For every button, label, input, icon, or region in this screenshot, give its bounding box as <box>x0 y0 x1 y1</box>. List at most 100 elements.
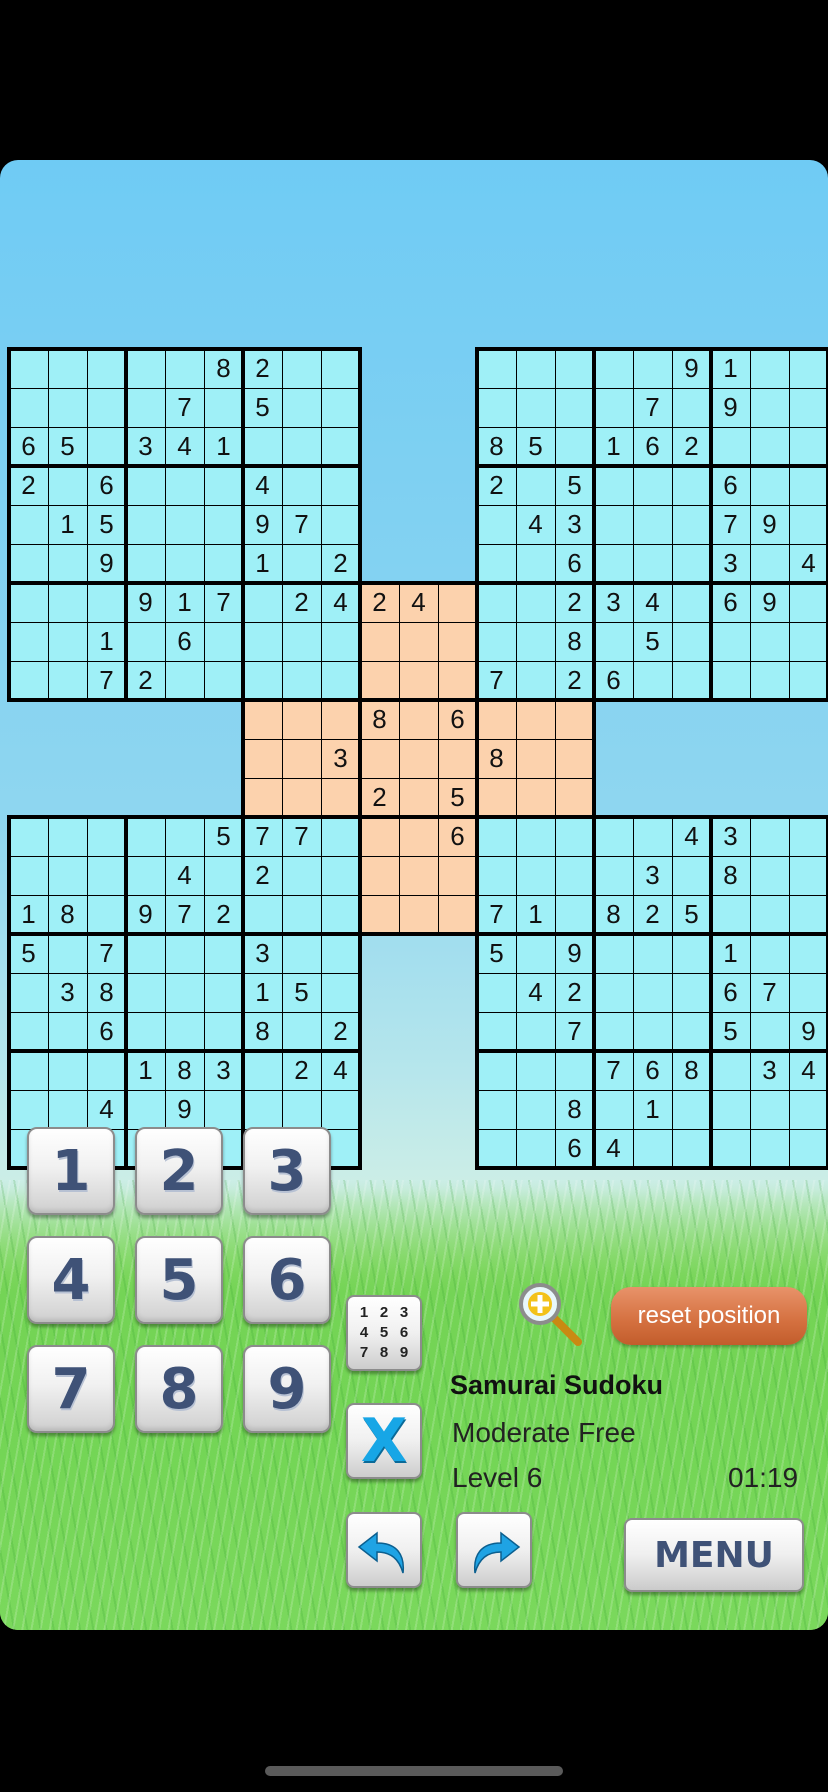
menu-button[interactable]: MENU <box>624 1518 804 1592</box>
sudoku-cell[interactable] <box>555 700 594 739</box>
sudoku-cell[interactable] <box>9 1012 48 1051</box>
sudoku-cell[interactable] <box>282 1090 321 1129</box>
sudoku-cell[interactable] <box>321 700 360 739</box>
sudoku-cell[interactable] <box>672 1090 711 1129</box>
sudoku-cell[interactable]: 6 <box>438 817 477 856</box>
sudoku-cell[interactable] <box>789 973 828 1012</box>
sudoku-cell[interactable]: 7 <box>165 895 204 934</box>
sudoku-cell[interactable] <box>321 895 360 934</box>
sudoku-cell[interactable] <box>204 505 243 544</box>
sudoku-cell[interactable] <box>672 934 711 973</box>
sudoku-cell[interactable] <box>321 856 360 895</box>
sudoku-cell[interactable]: 4 <box>165 856 204 895</box>
sudoku-cell[interactable] <box>9 388 48 427</box>
sudoku-cell[interactable] <box>87 895 126 934</box>
sudoku-cell[interactable]: 9 <box>87 544 126 583</box>
sudoku-cell[interactable] <box>789 349 828 388</box>
sudoku-cell[interactable] <box>438 661 477 700</box>
sudoku-cell[interactable]: 4 <box>633 583 672 622</box>
sudoku-cell[interactable]: 2 <box>126 661 165 700</box>
sudoku-cell[interactable] <box>594 1090 633 1129</box>
sudoku-cell[interactable] <box>399 622 438 661</box>
sudoku-cell[interactable] <box>9 583 48 622</box>
sudoku-cell[interactable] <box>126 349 165 388</box>
sudoku-cell[interactable] <box>399 739 438 778</box>
sudoku-cell[interactable] <box>477 817 516 856</box>
sudoku-cell[interactable]: 3 <box>711 817 750 856</box>
sudoku-cell[interactable]: 4 <box>321 1051 360 1090</box>
sudoku-cell[interactable] <box>321 466 360 505</box>
sudoku-cell[interactable]: 5 <box>672 895 711 934</box>
sudoku-cell[interactable] <box>594 817 633 856</box>
sudoku-cell[interactable] <box>633 466 672 505</box>
sudoku-cell[interactable] <box>204 622 243 661</box>
sudoku-cell[interactable] <box>126 622 165 661</box>
sudoku-cell[interactable] <box>126 505 165 544</box>
sudoku-cell[interactable] <box>126 973 165 1012</box>
sudoku-cell[interactable] <box>594 505 633 544</box>
sudoku-cell[interactable] <box>165 505 204 544</box>
sudoku-cell[interactable]: 5 <box>711 1012 750 1051</box>
sudoku-cell[interactable] <box>594 388 633 427</box>
sudoku-cell[interactable] <box>672 661 711 700</box>
sudoku-cell[interactable]: 1 <box>711 934 750 973</box>
sudoku-cell[interactable] <box>204 1090 243 1129</box>
sudoku-cell[interactable] <box>633 817 672 856</box>
sudoku-cell[interactable]: 1 <box>516 895 555 934</box>
sudoku-cell[interactable] <box>321 388 360 427</box>
sudoku-cell[interactable] <box>282 934 321 973</box>
sudoku-cell[interactable] <box>750 895 789 934</box>
sudoku-cell[interactable]: 2 <box>360 583 399 622</box>
sudoku-cell[interactable] <box>48 583 87 622</box>
sudoku-cell[interactable]: 2 <box>360 778 399 817</box>
sudoku-cell[interactable] <box>516 466 555 505</box>
sudoku-cell[interactable] <box>672 466 711 505</box>
sudoku-cell[interactable]: 7 <box>165 388 204 427</box>
sudoku-cell[interactable]: 9 <box>750 505 789 544</box>
sudoku-cell[interactable] <box>126 466 165 505</box>
sudoku-cell[interactable] <box>555 427 594 466</box>
sudoku-cell[interactable] <box>516 1051 555 1090</box>
sudoku-cell[interactable] <box>672 1129 711 1168</box>
sudoku-cell[interactable] <box>87 388 126 427</box>
sudoku-cell[interactable]: 5 <box>87 505 126 544</box>
sudoku-cell[interactable] <box>711 661 750 700</box>
sudoku-cell[interactable] <box>555 895 594 934</box>
sudoku-cell[interactable]: 6 <box>87 1012 126 1051</box>
sudoku-cell[interactable] <box>516 1090 555 1129</box>
sudoku-cell[interactable]: 9 <box>165 1090 204 1129</box>
sudoku-cell[interactable] <box>555 388 594 427</box>
sudoku-cell[interactable]: 4 <box>87 1090 126 1129</box>
sudoku-cell[interactable] <box>204 1012 243 1051</box>
sudoku-cell[interactable] <box>126 388 165 427</box>
zoom-button[interactable] <box>516 1280 586 1350</box>
sudoku-cell[interactable]: 8 <box>555 622 594 661</box>
sudoku-cell[interactable] <box>399 856 438 895</box>
sudoku-cell[interactable] <box>594 934 633 973</box>
sudoku-cell[interactable]: 5 <box>516 427 555 466</box>
digit-2-button[interactable]: 2 <box>135 1127 223 1215</box>
sudoku-cell[interactable] <box>282 1012 321 1051</box>
sudoku-cell[interactable] <box>9 1090 48 1129</box>
undo-button[interactable] <box>346 1512 422 1588</box>
sudoku-cell[interactable] <box>321 934 360 973</box>
sudoku-cell[interactable]: 1 <box>633 1090 672 1129</box>
sudoku-cell[interactable] <box>438 856 477 895</box>
redo-button[interactable] <box>456 1512 532 1588</box>
sudoku-cell[interactable] <box>126 544 165 583</box>
sudoku-cell[interactable] <box>126 817 165 856</box>
sudoku-cell[interactable] <box>243 583 282 622</box>
sudoku-cell[interactable]: 6 <box>594 661 633 700</box>
sudoku-cell[interactable]: 6 <box>633 1051 672 1090</box>
sudoku-cell[interactable] <box>282 895 321 934</box>
sudoku-cell[interactable] <box>477 778 516 817</box>
sudoku-cell[interactable]: 2 <box>477 466 516 505</box>
sudoku-cell[interactable]: 2 <box>555 583 594 622</box>
sudoku-cell[interactable]: 4 <box>789 1051 828 1090</box>
sudoku-cell[interactable]: 5 <box>9 934 48 973</box>
sudoku-cell[interactable] <box>9 349 48 388</box>
sudoku-cell[interactable] <box>126 1012 165 1051</box>
sudoku-cell[interactable]: 3 <box>204 1051 243 1090</box>
sudoku-cell[interactable]: 4 <box>165 427 204 466</box>
sudoku-cell[interactable] <box>516 700 555 739</box>
